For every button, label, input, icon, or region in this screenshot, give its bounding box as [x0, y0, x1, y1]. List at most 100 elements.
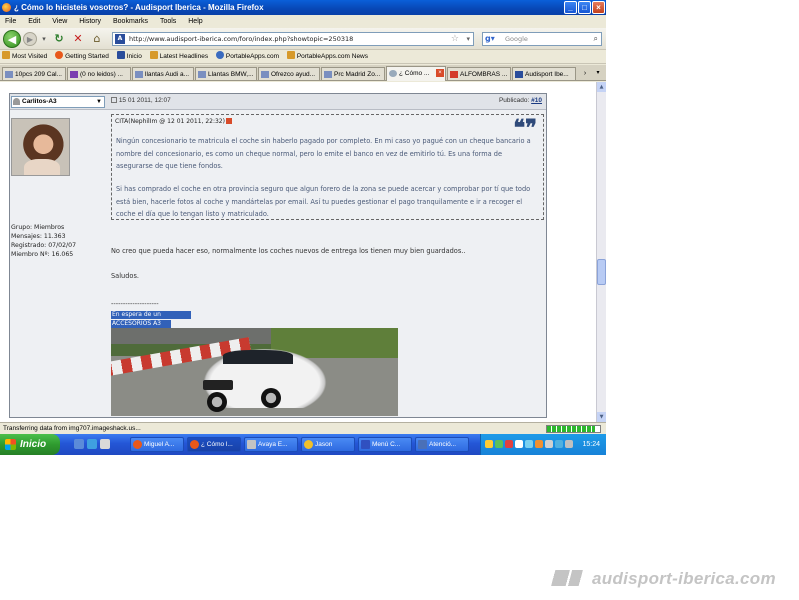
tab-loading-icon: [389, 70, 397, 77]
tab-label: Audisport Ibe...: [525, 71, 569, 78]
signature-link[interactable]: ACCESORIOS A3 S3: [111, 320, 171, 335]
signature-car-image: [111, 328, 398, 416]
bookmark-label: PortableApps.com: [225, 53, 280, 60]
tray-star-icon[interactable]: [485, 440, 493, 448]
tab-label: ALFOMBRAS ...: [460, 71, 508, 78]
bookmark-label: Most Visited: [12, 53, 48, 60]
post-number-link[interactable]: #10: [531, 97, 542, 104]
author-name: Carlitos-A3: [22, 98, 57, 105]
tray-update-icon[interactable]: [535, 440, 543, 448]
maximize-button[interactable]: □: [578, 1, 591, 14]
bookmark-portableapps[interactable]: PortableApps.com: [214, 50, 283, 64]
search-input[interactable]: g▾ Google ⌕: [482, 32, 602, 46]
tray-security-icon[interactable]: [505, 440, 513, 448]
site-favicon-icon: A: [115, 34, 125, 44]
tray-messenger-icon[interactable]: [555, 440, 563, 448]
quicklaunch-app-icon[interactable]: [100, 439, 110, 449]
bookmark-star-icon[interactable]: ☆: [451, 33, 459, 45]
bookmarks-toolbar: Most Visited Getting Started Inicio Late…: [0, 50, 606, 64]
quote-paragraph: Si has comprado el coche en otra provinc…: [116, 185, 531, 218]
back-arrow-icon[interactable]: ◀: [3, 30, 21, 48]
vertical-scrollbar[interactable]: ▲ ▼: [596, 82, 606, 422]
history-dropdown-icon[interactable]: ▾: [40, 30, 48, 48]
tab-llantas-audi[interactable]: llantas Audi a...: [132, 67, 194, 80]
bookmark-label: Getting Started: [65, 53, 109, 60]
close-button[interactable]: ×: [592, 1, 605, 14]
quicklaunch-ie-icon[interactable]: [87, 439, 97, 449]
taskbar-item-menu[interactable]: Menú C...: [358, 437, 412, 452]
taskbar-item-como[interactable]: ¿ Cómo l...: [187, 437, 241, 452]
tray-connection-icon[interactable]: [525, 440, 533, 448]
taskbar-item-jason[interactable]: Jason: [301, 437, 355, 452]
site-icon: [116, 51, 125, 59]
scroll-up-icon[interactable]: ▲: [597, 82, 606, 92]
task-label: Avaya E...: [258, 441, 288, 448]
url-dropdown-icon[interactable]: ▾: [466, 33, 470, 45]
watermark-logo-icon: [550, 570, 584, 586]
bookmark-inicio[interactable]: Inicio: [115, 50, 146, 64]
forward-arrow-icon[interactable]: ▶: [23, 32, 37, 46]
scroll-down-icon[interactable]: ▼: [597, 412, 606, 422]
image-car-window: [223, 350, 293, 364]
reload-icon[interactable]: ↻: [52, 30, 66, 48]
desktop-screen: ¿ Cómo lo hicisteis vosotros? - Audispor…: [0, 0, 606, 455]
tab-como-lo-hicisteis[interactable]: ¿ Cómo ... ×: [386, 66, 446, 81]
search-magnifier-icon[interactable]: ⌕: [594, 33, 598, 45]
menu-view[interactable]: View: [47, 15, 72, 28]
chevron-down-icon: ▼: [96, 99, 102, 105]
user-registered: Registrado: 07/02/07: [11, 242, 77, 249]
quicklaunch-desktop-icon[interactable]: [74, 439, 84, 449]
published-label: Publicado:: [498, 97, 530, 104]
taskbar-item-avaya[interactable]: Avaya E...: [244, 437, 298, 452]
taskbar-item-atencion[interactable]: Atenció...: [415, 437, 469, 452]
menu-tools[interactable]: Tools: [155, 15, 181, 28]
url-bar[interactable]: A http://www.audisport-iberica.com/foro/…: [112, 32, 474, 46]
menu-history[interactable]: History: [74, 15, 106, 28]
bookmark-label: PortableApps.com News: [296, 53, 368, 60]
bookmark-portableapps-news[interactable]: PortableApps.com News: [285, 50, 372, 64]
bookmark-getting-started[interactable]: Getting Started: [53, 50, 113, 64]
bookmark-latest-headlines[interactable]: Latest Headlines: [148, 50, 212, 64]
tray-app-icon[interactable]: [515, 440, 523, 448]
tab-ofrezco-ayuda[interactable]: Ofrezco ayud...: [258, 67, 320, 80]
tab-prc-madrid[interactable]: Prc Madrid Zo...: [321, 67, 385, 80]
quote-link-icon[interactable]: [225, 118, 232, 124]
tray-network-icon[interactable]: [495, 440, 503, 448]
bookmark-label: Latest Headlines: [159, 53, 209, 60]
menu-bookmarks[interactable]: Bookmarks: [108, 15, 153, 28]
folder-icon: [286, 51, 295, 59]
task-label: Menú C...: [372, 441, 401, 448]
stop-icon[interactable]: ✕: [71, 30, 85, 48]
tab-close-icon[interactable]: ×: [436, 69, 444, 77]
quote-header: CITA(NephilIm @ 12 01 2011, 22:32): [115, 118, 232, 125]
tab-llantas-bmw[interactable]: Llantas BMW,...: [195, 67, 257, 80]
minimize-button[interactable]: _: [564, 1, 577, 14]
user-meta: Grupo: Miembros Mensajes: 11.363 Registr…: [11, 223, 76, 259]
tab-favicon-icon: [324, 71, 332, 78]
tab-no-leidos[interactable]: (0 no leidos) ...: [67, 67, 131, 80]
tab-scroll-right-icon[interactable]: ›: [580, 67, 590, 80]
tab-label: Prc Madrid Zo...: [334, 71, 381, 78]
tab-favicon-icon: [515, 71, 523, 78]
url-text: http://www.audisport-iberica.com/foro/in…: [129, 35, 354, 43]
tab-list-icon[interactable]: ▾: [593, 67, 603, 80]
tray-volume-icon[interactable]: [545, 440, 553, 448]
avatar-shirt: [24, 159, 60, 175]
bookmark-most-visited[interactable]: Most Visited: [0, 50, 51, 64]
task-label: ¿ Cómo l...: [201, 441, 233, 448]
firefox-icon: [55, 51, 64, 59]
taskbar-item-miguel[interactable]: Miguel A...: [130, 437, 184, 452]
start-button[interactable]: Inicio: [0, 434, 60, 455]
menu-help[interactable]: Help: [183, 15, 207, 28]
tray-misc-icon[interactable]: [565, 440, 573, 448]
home-icon[interactable]: ⌂: [90, 30, 104, 48]
tab-audisport-iberica[interactable]: Audisport Ibe...: [512, 67, 576, 80]
menu-edit[interactable]: Edit: [23, 15, 45, 28]
tab-10pcs[interactable]: 10pcs 209 Cal...: [2, 67, 66, 80]
author-menu[interactable]: Carlitos-A3 ▼: [11, 96, 105, 108]
tab-alfombras[interactable]: ALFOMBRAS ...: [447, 67, 511, 80]
task-label: Jason: [315, 441, 333, 448]
scroll-thumb[interactable]: [597, 259, 606, 285]
menu-file[interactable]: File: [0, 15, 21, 28]
image-car-wheel: [207, 392, 227, 412]
